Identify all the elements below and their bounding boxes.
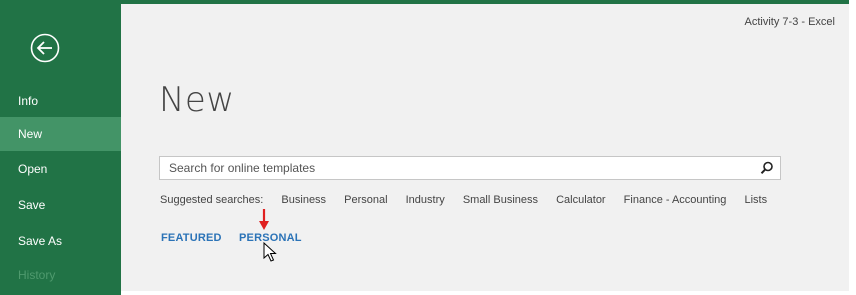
sidebar-item-new[interactable]: New [0, 117, 121, 151]
page-title: New [159, 80, 235, 120]
suggested-link-business[interactable]: Business [281, 194, 326, 206]
tab-featured[interactable]: FEATURED [161, 232, 222, 244]
suggested-link-industry[interactable]: Industry [406, 194, 445, 206]
backstage-view: Info New Open Save Save As History Activ… [0, 0, 849, 295]
backstage-sidebar: Info New Open Save Save As History [0, 4, 121, 295]
suggested-searches: Suggested searches: Business Personal In… [160, 194, 782, 206]
sidebar-item-save[interactable]: Save [0, 188, 121, 222]
suggested-link-small-business[interactable]: Small Business [463, 194, 538, 206]
back-arrow-circle-icon [30, 33, 60, 63]
suggested-link-finance-accounting[interactable]: Finance - Accounting [624, 194, 727, 206]
suggested-link-calculator[interactable]: Calculator [556, 194, 606, 206]
suggested-link-lists[interactable]: Lists [744, 194, 767, 206]
suggested-searches-label: Suggested searches: [160, 194, 264, 206]
search-icon[interactable] [760, 161, 774, 175]
back-button[interactable] [29, 32, 61, 64]
template-search-box [159, 156, 781, 180]
sidebar-item-info[interactable]: Info [0, 84, 121, 118]
sidebar-item-open[interactable]: Open [0, 152, 121, 186]
sidebar-item-save-as[interactable]: Save As [0, 224, 121, 258]
pointer-cursor-icon [263, 242, 277, 262]
search-input[interactable] [160, 157, 759, 179]
suggested-link-personal[interactable]: Personal [344, 194, 387, 206]
window-title: Activity 7-3 - Excel [744, 16, 835, 28]
red-arrow-annotation-icon [259, 209, 269, 230]
sidebar-item-history: History [18, 268, 56, 282]
